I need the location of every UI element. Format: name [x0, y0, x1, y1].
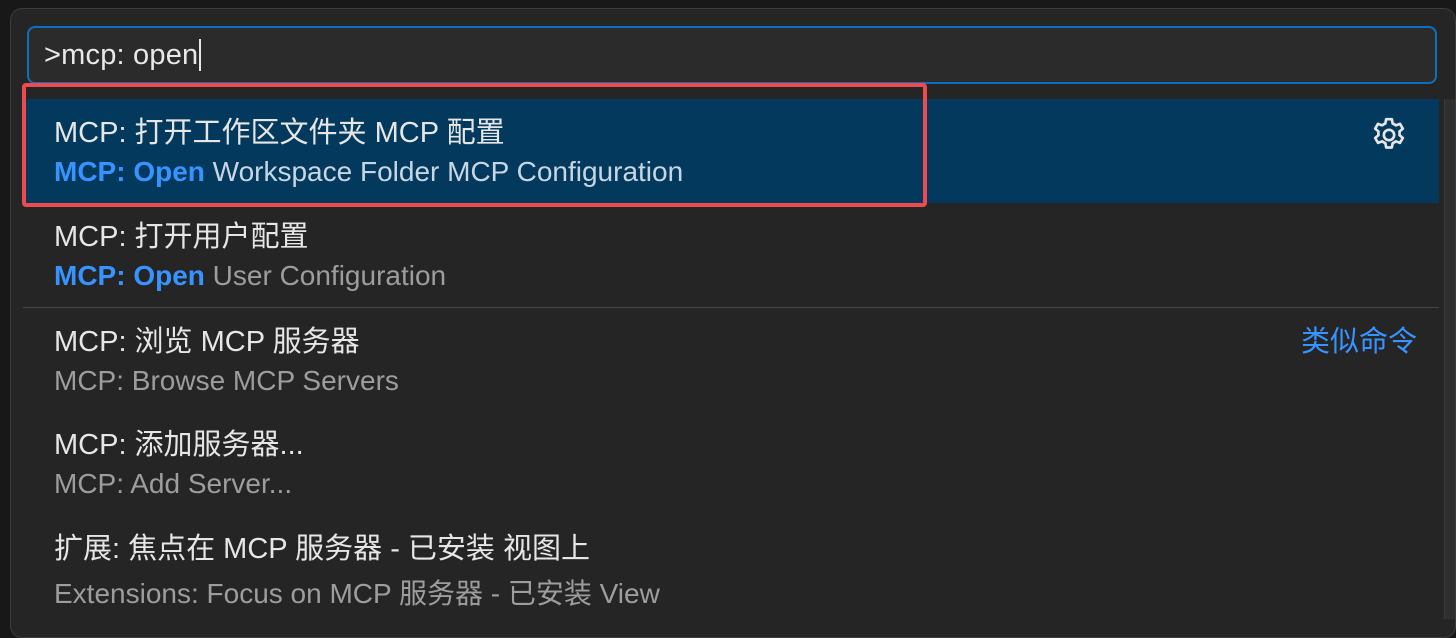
command-palette: >mcp: open MCP: 打开工作区文件夹 MCP 配置 MCP: Ope… — [10, 8, 1456, 638]
similar-commands-label: 类似命令 — [1300, 326, 1417, 358]
list-item-add-server[interactable]: MCP: 添加服务器... MCP: Add Server... — [23, 411, 1439, 515]
text-caret — [199, 39, 202, 71]
command-input-text[interactable]: >mcp: open — [44, 39, 198, 72]
item-label-localized: MCP: 打开用户配置 — [54, 221, 309, 253]
match-highlight: MCP: Open — [54, 260, 205, 291]
match-highlight: MCP: Open — [54, 156, 205, 187]
command-results-list: MCP: 打开工作区文件夹 MCP 配置 MCP: Open Workspace… — [23, 99, 1439, 619]
list-item-focus-mcp-servers-view[interactable]: 扩展: 焦点在 MCP 服务器 - 已安装 视图上 Extensions: Fo… — [23, 515, 1439, 619]
command-input[interactable]: >mcp: open — [27, 26, 1437, 84]
item-label-english: MCP: Add Server... — [54, 468, 293, 499]
item-label-english: Extensions: Focus on MCP 服务器 - 已安装 View — [54, 578, 660, 609]
item-label-localized: 扩展: 焦点在 MCP 服务器 - 已安装 视图上 — [54, 533, 590, 565]
item-label-english: MCP: Open Workspace Folder MCP Configura… — [54, 156, 683, 188]
list-item-open-user-config[interactable]: MCP: 打开用户配置 MCP: Open User Configuration — [23, 203, 1439, 307]
item-label-localized: MCP: 添加服务器... — [54, 429, 304, 461]
item-label-rest: User Configuration — [204, 260, 447, 291]
item-label-localized: MCP: 浏览 MCP 服务器 — [54, 326, 360, 358]
item-label-localized: MCP: 打开工作区文件夹 MCP 配置 — [54, 117, 505, 149]
item-label-rest: Workspace Folder MCP Configuration — [204, 156, 684, 187]
list-item-browse-mcp-servers[interactable]: MCP: 浏览 MCP 服务器 MCP: Browse MCP Servers … — [23, 307, 1439, 411]
item-label-english: MCP: Browse MCP Servers — [54, 365, 399, 396]
list-item-open-workspace-mcp-config[interactable]: MCP: 打开工作区文件夹 MCP 配置 MCP: Open Workspace… — [23, 99, 1439, 203]
item-label-english: MCP: Open User Configuration — [54, 260, 446, 292]
gear-icon[interactable] — [1369, 115, 1409, 155]
list-scrollbar[interactable] — [1444, 99, 1455, 619]
